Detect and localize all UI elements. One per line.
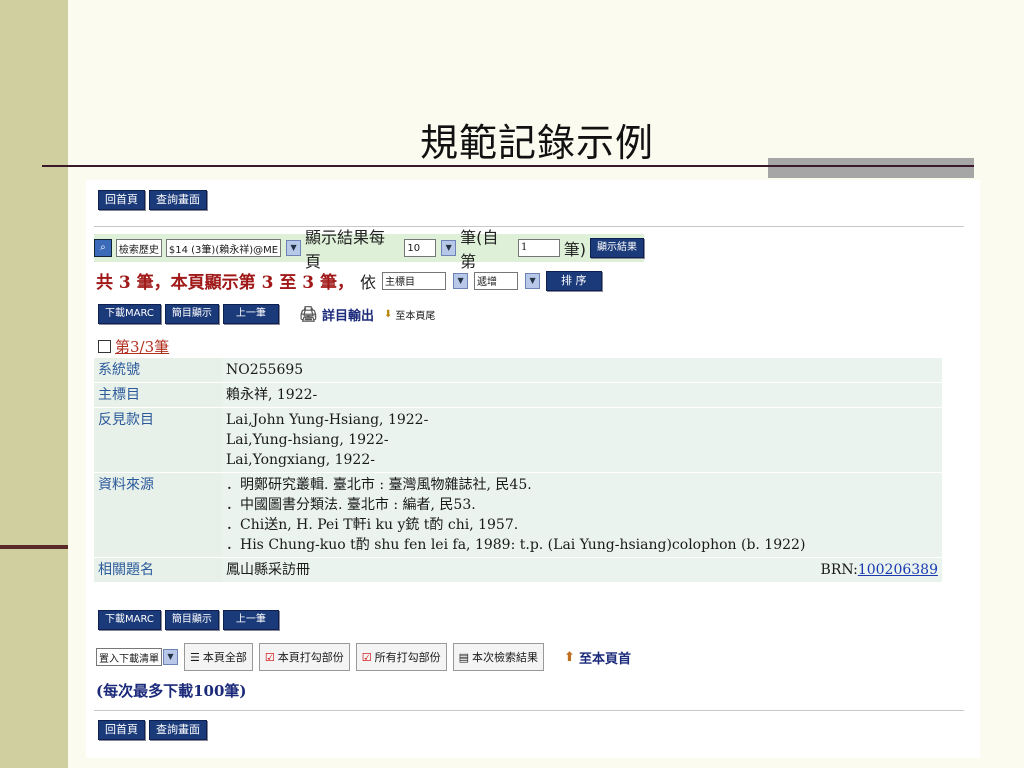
field-label: 相關題名: [94, 557, 222, 582]
table-row: 系統號 NO255695: [94, 358, 942, 383]
sort-by-label: 依: [360, 272, 377, 292]
table-row: 反見款目 Lai,John Yung-Hsiang, 1922- Lai,Yun…: [94, 407, 942, 473]
page-all-button[interactable]: ☰ 本頁全部: [184, 643, 253, 671]
start-record-input[interactable]: 1: [517, 239, 560, 257]
brn-link[interactable]: 100206389: [858, 562, 938, 578]
field-value: ．明鄭研究叢輯. 臺北市 : 臺灣風物雜誌社, 民45. ．中國圖書分類法. 臺…: [222, 472, 942, 558]
previous-record-button[interactable]: 上一筆: [222, 304, 279, 324]
sort-order-select[interactable]: 遞增: [474, 271, 519, 290]
home-button[interactable]: 回首頁: [98, 190, 145, 210]
query-screen-button[interactable]: 查詢畫面: [149, 720, 207, 740]
record-heading: 第3/3筆: [98, 336, 169, 357]
title-rule-bar: [768, 158, 974, 178]
chevron-down-icon[interactable]: ▼: [286, 240, 301, 256]
field-label: 主標目: [94, 382, 222, 408]
sidebar-divider: [0, 545, 68, 549]
top-nav: 回首頁 查詢畫面: [98, 190, 207, 210]
brief-display-button[interactable]: 簡目顯示: [164, 610, 219, 630]
brief-display-button[interactable]: 簡目顯示: [164, 304, 219, 324]
sort-button[interactable]: 排 序: [546, 270, 602, 291]
download-limit-note: (每次最多下載100筆): [96, 682, 247, 700]
chevron-down-icon[interactable]: ▼: [163, 649, 178, 665]
result-summary: 共 3 筆，本頁顯示第 3 至 3 筆， 依 主標目 ▼ 遞增 ▼ 排 序: [96, 268, 602, 293]
per-page-label: 顯示結果每頁: [304, 228, 385, 271]
to-bottom-link[interactable]: ⬇ 至本頁尾: [384, 307, 435, 322]
session-results-button[interactable]: ▤ 本次檢索結果: [452, 643, 545, 671]
page-icon: ☰: [190, 650, 200, 664]
download-marc-button[interactable]: 下載MARC: [98, 304, 161, 324]
bottom-nav: 回首頁 查詢畫面: [98, 720, 207, 740]
table-row: 資料來源 ．明鄭研究叢輯. 臺北市 : 臺灣風物雜誌社, 民45. ．中國圖書分…: [94, 472, 942, 558]
home-button[interactable]: 回首頁: [98, 720, 145, 740]
separator: [94, 710, 964, 711]
download-marc-button[interactable]: 下載MARC: [98, 610, 161, 630]
field-label: 反見款目: [94, 407, 222, 473]
checkmark-icon: ☑: [264, 650, 275, 664]
field-label: 資料來源: [94, 472, 222, 558]
record-checkbox[interactable]: [98, 340, 111, 353]
download-actions: 置入下載清單 ▼ ☰ 本頁全部 ☑ 本頁打勾部份 ☑ 所有打勾部份 ▤ 本次檢索結果 ⬆ …: [96, 643, 631, 671]
table-row: 主標目 賴永祥, 1922-: [94, 382, 942, 408]
query-screen-button[interactable]: 查詢畫面: [149, 190, 207, 210]
summary-text: 共 3 筆，本頁顯示第 3 至 3 筆，: [96, 273, 354, 293]
table-row: 相關題名 鳳山縣采訪冊 BRN:100206389: [94, 557, 942, 582]
arrow-up-icon: ⬆: [564, 649, 575, 665]
document-icon: ▤: [458, 650, 470, 664]
page-checked-button[interactable]: ☑ 本頁打勾部份: [258, 643, 350, 671]
search-bar: ⌕ 檢索歷史 $14 (3筆)(賴永祥)@ME ▼ 顯示結果每頁 10 ▼ 筆(自第…: [94, 228, 644, 271]
download-basket-select[interactable]: 置入下載清單: [96, 648, 162, 666]
chevron-down-icon[interactable]: ▼: [525, 272, 541, 289]
per-page-select[interactable]: 10: [404, 239, 437, 257]
record-table: 系統號 NO255695 主標目 賴永祥, 1922- 反見款目 Lai,Joh…: [94, 358, 942, 582]
record-toolbar-bottom: 下載MARC 簡目顯示 上一筆: [98, 610, 279, 630]
magnifier-icon[interactable]: ⌕: [94, 239, 112, 257]
title-rule: [42, 165, 974, 167]
record-number-link[interactable]: 第3/3筆: [115, 336, 169, 357]
field-value: 鳳山縣采訪冊: [222, 557, 804, 582]
printer-icon: 🖨: [298, 305, 318, 323]
slide-title: 規範記錄示例: [420, 121, 655, 165]
brn-cell: BRN:100206389: [804, 557, 942, 582]
to-top-link[interactable]: ⬆ 至本頁首: [564, 648, 631, 667]
field-value: 賴永祥, 1922-: [222, 382, 942, 408]
all-checked-button[interactable]: ☑ 所有打勾部份: [355, 643, 447, 671]
previous-record-button[interactable]: 上一筆: [222, 610, 279, 630]
separator: [94, 226, 964, 227]
history-select[interactable]: $14 (3筆)(賴永祥)@ME: [165, 239, 282, 257]
detail-output-link[interactable]: 🖨 詳目輸出: [299, 305, 374, 324]
arrow-down-icon: ⬇: [383, 308, 393, 320]
opac-screenshot: 回首頁 查詢畫面 ⌕ 檢索歷史 $14 (3筆)(賴永祥)@ME ▼ 顯示結果每頁…: [86, 180, 980, 758]
sort-field-select[interactable]: 主標目: [382, 271, 447, 290]
field-value: NO255695: [222, 358, 942, 383]
show-results-button[interactable]: 顯示結果: [589, 238, 644, 258]
from-suffix: 筆): [563, 240, 586, 259]
record-toolbar: 下載MARC 簡目顯示 上一筆 🖨 詳目輸出 ⬇ 至本頁尾: [98, 304, 435, 324]
chevron-down-icon[interactable]: ▼: [441, 240, 457, 256]
slide-sidebar: [0, 0, 68, 768]
checkmark-icon: ☑: [361, 650, 372, 664]
chevron-down-icon[interactable]: ▼: [453, 272, 469, 289]
field-label: 系統號: [94, 358, 222, 383]
search-history-button[interactable]: 檢索歷史: [115, 239, 162, 257]
field-value: Lai,John Yung-Hsiang, 1922- Lai,Yung-hsi…: [222, 407, 942, 473]
from-label: 筆(自第: [460, 228, 499, 271]
